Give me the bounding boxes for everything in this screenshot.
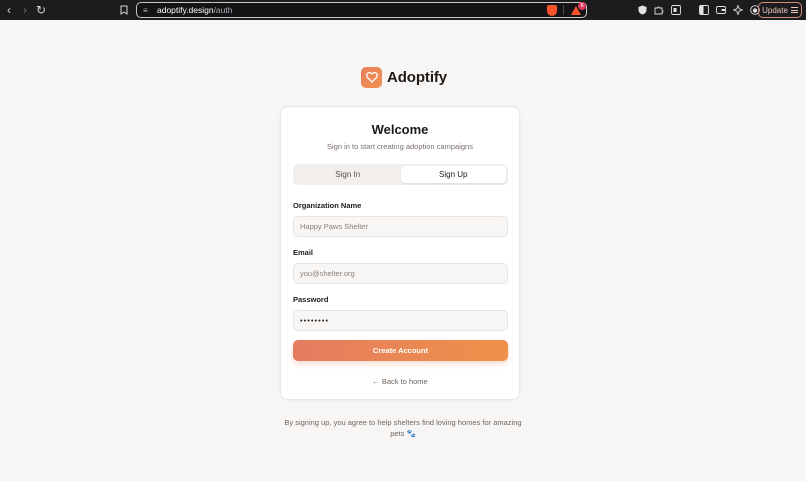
- bookmark-icon[interactable]: [116, 0, 132, 20]
- brand-header: Adoptify: [361, 67, 447, 88]
- extensions-puzzle-icon[interactable]: [653, 3, 665, 17]
- menu-icon: [790, 7, 798, 13]
- url-text: adoptify.design/auth: [157, 5, 233, 15]
- email-label: Email: [293, 248, 314, 257]
- brave-rewards-icon[interactable]: 8: [570, 2, 586, 16]
- auth-card: Welcome Sign in to start creating adopti…: [280, 106, 520, 400]
- rewards-badge: 8: [578, 2, 586, 10]
- password-input[interactable]: [293, 310, 508, 331]
- leo-ai-icon[interactable]: [732, 3, 744, 17]
- reader-mode-icon[interactable]: [670, 3, 682, 17]
- site-settings-icon[interactable]: ≡: [143, 6, 155, 15]
- org-name-label: Organization Name: [293, 201, 362, 210]
- card-subtitle: Sign in to start creating adoption campa…: [327, 142, 473, 151]
- reload-icon[interactable]: ↻: [33, 0, 49, 20]
- browser-toolbar: ‹ › ↻ ≡ adoptify.design/auth 8 Update: [0, 0, 806, 20]
- heart-logo-icon: [361, 67, 382, 88]
- address-bar[interactable]: ≡ adoptify.design/auth 8: [136, 2, 587, 18]
- wallet-icon[interactable]: [715, 3, 727, 17]
- password-label: Password: [293, 295, 329, 304]
- auth-tabs: Sign In Sign Up: [293, 164, 508, 185]
- update-button[interactable]: Update: [758, 2, 802, 18]
- card-title: Welcome: [371, 122, 429, 137]
- forward-icon[interactable]: ›: [17, 0, 33, 20]
- vpn-shield-icon[interactable]: [636, 3, 648, 17]
- back-icon[interactable]: ‹: [1, 0, 17, 20]
- brave-shield-icon[interactable]: [547, 4, 557, 16]
- brand-name: Adoptify: [387, 69, 448, 86]
- create-account-button[interactable]: Create Account: [293, 340, 508, 361]
- back-to-home-link[interactable]: ← Back to home: [281, 377, 519, 386]
- org-name-input[interactable]: [293, 216, 508, 237]
- tab-sign-up[interactable]: Sign Up: [400, 166, 506, 183]
- sidebar-icon[interactable]: [698, 3, 710, 17]
- footer-note: By signing up, you agree to help shelter…: [284, 418, 522, 438]
- email-input[interactable]: [293, 263, 508, 284]
- tab-sign-in[interactable]: Sign In: [295, 166, 401, 183]
